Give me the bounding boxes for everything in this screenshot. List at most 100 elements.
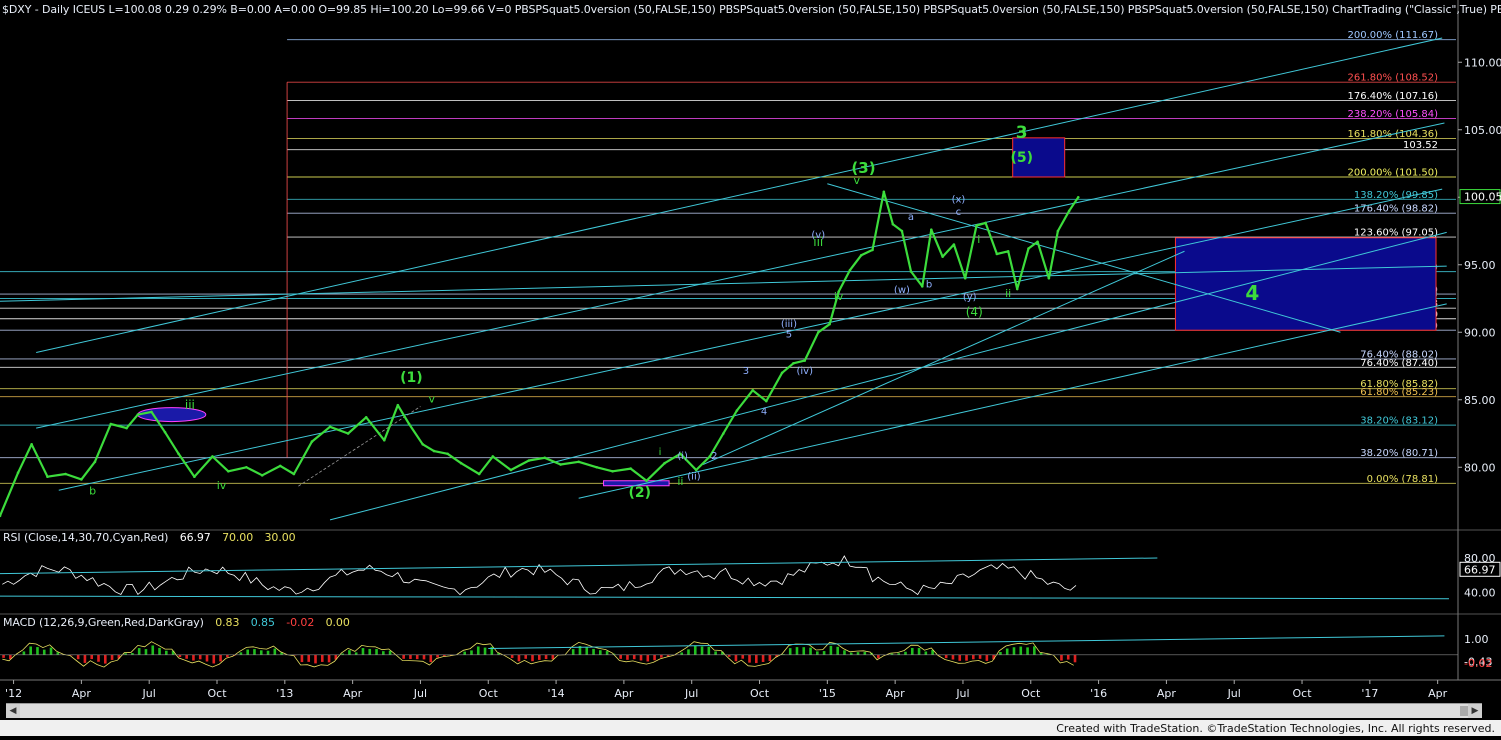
rsi-oversold-level: 30.00 <box>265 531 296 544</box>
wave-label: v <box>428 392 435 405</box>
macd-signal-value: 0.85 <box>251 616 275 629</box>
price-point <box>910 270 913 273</box>
macd-histogram-bar <box>952 655 955 660</box>
price-point <box>211 455 214 458</box>
wave-label: (x) <box>952 195 966 206</box>
macd-histogram-bar <box>904 652 907 655</box>
macd-histogram-bar <box>592 649 595 655</box>
scroll-left-arrow-icon[interactable]: ◀ <box>6 704 20 718</box>
wave-label: ii <box>1005 287 1011 300</box>
rsi-last-label: 66.97 <box>1464 563 1496 576</box>
wave-label: 2 <box>711 451 717 462</box>
macd-histogram-bar <box>646 655 649 662</box>
price-point <box>80 478 83 481</box>
x-axis-tick-label: Oct <box>207 687 227 700</box>
fib-level-label: 200.00% (111.67) <box>1348 30 1439 41</box>
macd-histogram-bar <box>986 655 989 661</box>
wave-label: ii <box>677 475 683 488</box>
wave-label: 3 <box>1016 123 1028 143</box>
macd-histogram-bar <box>1019 647 1022 655</box>
macd-histogram-bar <box>77 655 80 659</box>
y-axis-tick-label: 105.00 <box>1464 124 1501 137</box>
macd-histogram-bar <box>185 655 188 659</box>
macd-histogram-bar <box>1006 649 1009 655</box>
macd-histogram-bar <box>762 655 765 662</box>
macd-histogram-bar <box>714 651 717 654</box>
x-axis-tick-label: Jul <box>1227 687 1241 700</box>
price-point <box>559 463 562 466</box>
macd-histogram-bar <box>328 655 331 663</box>
price-point <box>611 470 614 473</box>
price-point <box>964 277 967 280</box>
wave-label: c <box>956 207 962 218</box>
wave-label: 4 <box>761 407 767 418</box>
fib-level-label: 123.60% (97.05) <box>1354 228 1438 239</box>
macd-histogram-bar <box>830 646 833 655</box>
wave-label: (2) <box>628 485 651 501</box>
macd-histogram-bar <box>836 647 839 655</box>
macd-histogram-bar <box>606 651 609 655</box>
macd-histogram-bar <box>416 655 419 659</box>
scroll-right-arrow-icon[interactable]: ▶ <box>1468 704 1482 718</box>
x-axis-tick-label: '16 <box>1090 687 1107 700</box>
price-point <box>446 452 449 455</box>
macd-histogram-bar <box>599 650 602 655</box>
price-point <box>279 465 282 468</box>
macd-histogram-bar <box>43 650 46 655</box>
fib-level-label: 261.80% (108.52) <box>1348 73 1439 84</box>
macd-histogram-bar <box>802 647 805 655</box>
macd-histogram-bar <box>90 655 93 659</box>
wave-label: (ii) <box>687 471 700 482</box>
price-point <box>1036 241 1039 244</box>
macd-histogram-bar <box>253 649 256 655</box>
macd-histogram-bar <box>307 655 310 662</box>
macd-histogram-bar <box>321 655 324 662</box>
wave-label: (iv) <box>796 366 813 377</box>
price-point <box>765 400 768 403</box>
macd-histogram-bar <box>640 655 643 661</box>
macd-histogram-bar <box>511 655 514 658</box>
macd-histogram-bar <box>36 647 39 655</box>
macd-histogram-bar <box>958 655 961 661</box>
macd-histogram-bar <box>104 655 107 664</box>
macd-histogram-bar <box>538 655 541 660</box>
macd-histogram-bar <box>429 655 432 662</box>
macd-histogram-bar <box>918 648 921 655</box>
wave-label: i <box>977 233 980 246</box>
macd-histogram-bar <box>1013 647 1016 655</box>
price-point <box>261 474 264 477</box>
price-point <box>595 466 598 469</box>
macd-histogram-bar <box>863 652 866 655</box>
macd-histogram-bar <box>1067 655 1070 660</box>
wave-label: (i) <box>677 451 688 462</box>
price-point <box>975 224 978 227</box>
macd-histogram-bar <box>423 655 426 660</box>
fib-level-label: 38.20% (80.71) <box>1360 448 1438 459</box>
fib-level-label: 103.52 <box>1403 140 1438 151</box>
x-axis-tick-label: Apr <box>1157 687 1177 700</box>
price-point <box>383 439 386 442</box>
price-point <box>1048 277 1051 280</box>
macd-axis-label: 1.00 <box>1464 633 1489 646</box>
x-axis-tick-label: Jul <box>142 687 156 700</box>
macd-histogram-bar <box>1074 655 1077 663</box>
price-point <box>849 269 852 272</box>
macd-histogram-bar <box>701 647 704 655</box>
macd-title: MACD (12,26,9,Green,Red,DarkGray) <box>3 616 204 629</box>
rsi-overbought-level: 70.00 <box>222 531 253 544</box>
price-point <box>528 459 531 462</box>
price-point <box>892 223 895 226</box>
macd-histogram-bar <box>368 649 371 655</box>
horizontal-scrollbar[interactable]: ◀ ▶ <box>6 703 1482 718</box>
price-point <box>781 371 784 374</box>
macd-histogram-bar <box>402 655 405 659</box>
price-point <box>941 255 944 258</box>
macd-histogram-bar <box>192 655 195 661</box>
wave-label: b <box>89 484 96 497</box>
price-point <box>164 431 167 434</box>
macd-histogram-bar <box>199 655 202 660</box>
price-point <box>150 411 153 414</box>
wave-label: (v) <box>811 230 825 241</box>
rsi-axis-label: 40.00 <box>1464 587 1496 600</box>
macd-histogram-bar <box>165 651 168 655</box>
